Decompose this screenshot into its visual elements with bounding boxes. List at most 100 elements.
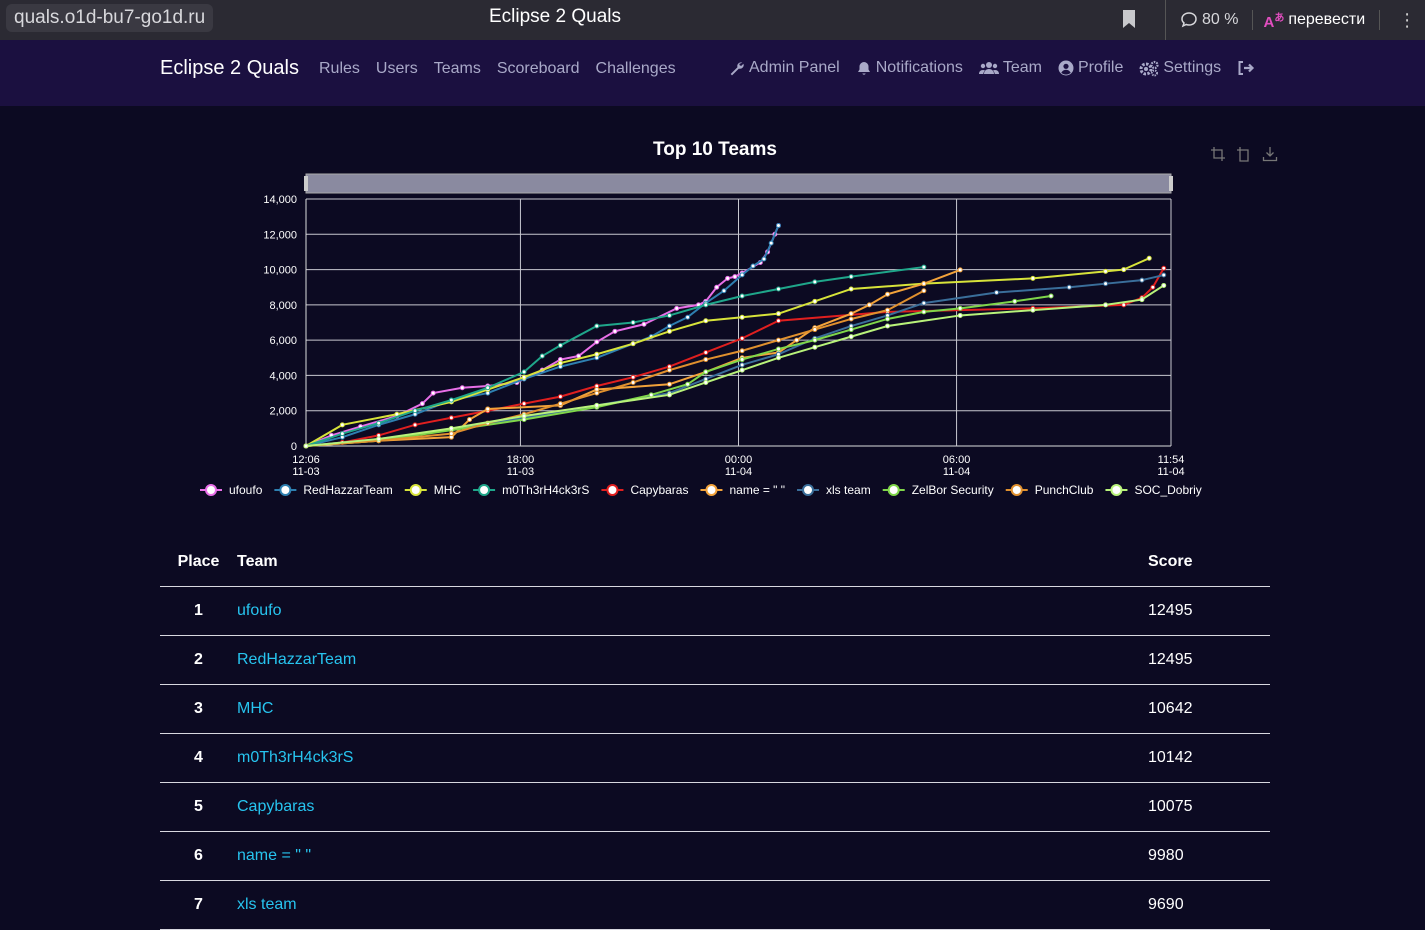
data-point: [521, 369, 527, 375]
place-cell: 5: [160, 782, 237, 832]
score-cell: 12495: [1148, 635, 1270, 685]
nav-team[interactable]: Team: [978, 59, 1042, 77]
zoom-control[interactable]: 80 %: [1180, 11, 1238, 29]
nav-teams[interactable]: Teams: [434, 60, 481, 78]
data-point: [485, 385, 491, 391]
data-point: [739, 362, 745, 368]
browser-extras: 80 % Aあ перевести ⋮: [1165, 0, 1425, 40]
score-cell: 9980: [1148, 831, 1270, 881]
data-point: [794, 337, 800, 343]
data-point: [303, 443, 309, 449]
data-point: [412, 408, 418, 414]
data-point: [1030, 307, 1036, 313]
brand-link[interactable]: Eclipse 2 Quals: [160, 57, 299, 80]
legend-label: Capybaras: [630, 483, 688, 497]
x-tick-label: 00:00: [725, 454, 753, 466]
data-point: [703, 349, 709, 355]
nav-settings[interactable]: Settings: [1139, 59, 1221, 77]
data-point: [957, 305, 963, 311]
data-point: [666, 381, 672, 387]
divider: [1379, 10, 1381, 30]
header-team: Team: [237, 538, 1148, 587]
nav-left: Rules Users Teams Scoreboard Challenges: [319, 60, 692, 78]
data-point: [848, 311, 854, 317]
data-point: [448, 415, 454, 421]
nav-users[interactable]: Users: [376, 60, 418, 78]
data-point: [812, 298, 818, 304]
data-point: [775, 286, 781, 292]
nav-team-label: Team: [1002, 59, 1042, 76]
data-point: [703, 379, 709, 385]
team-link[interactable]: RedHazzarTeam: [237, 651, 356, 668]
bell-icon: [857, 61, 870, 75]
nav-profile[interactable]: Profile: [1058, 59, 1123, 77]
place-cell: 2: [160, 635, 237, 685]
team-link[interactable]: xls team: [237, 896, 297, 913]
data-point: [419, 401, 425, 407]
team-link[interactable]: Capybaras: [237, 798, 314, 815]
data-point: [674, 305, 680, 311]
data-point: [703, 318, 709, 324]
users-icon: [978, 62, 999, 74]
place-cell: 7: [160, 880, 237, 930]
nav-rules[interactable]: Rules: [319, 60, 360, 78]
data-point: [594, 390, 600, 396]
nav-logout[interactable]: [1237, 60, 1255, 76]
legend-label: name = " ": [729, 483, 785, 497]
team-link[interactable]: MHC: [237, 700, 273, 717]
address-bar[interactable]: quals.o1d-bu7-go1d.ru: [6, 4, 214, 32]
data-point: [1030, 275, 1036, 281]
nav-notifications-label: Notifications: [875, 59, 963, 76]
data-point: [666, 312, 672, 318]
data-point: [376, 420, 382, 426]
site-navbar: Eclipse 2 Quals Rules Users Teams Scoreb…: [0, 40, 1425, 106]
team-link[interactable]: name = " ": [237, 847, 311, 864]
team-link[interactable]: ufoufo: [237, 602, 281, 619]
data-point: [703, 357, 709, 363]
translate-button[interactable]: Aあ перевести: [1263, 9, 1365, 31]
data-zoom-handle-left: [304, 176, 308, 191]
x-tick-label: 12:06: [292, 454, 320, 466]
data-point: [775, 318, 781, 324]
data-point: [768, 240, 774, 246]
translate-label: перевести: [1288, 11, 1366, 28]
data-point: [812, 327, 818, 333]
score-cell: 10075: [1148, 782, 1270, 832]
place-cell: 4: [160, 733, 237, 783]
legend-label: RedHazzarTeam: [303, 483, 392, 497]
score-cell: 12495: [1148, 586, 1270, 636]
legend-swatch-dot: [606, 484, 619, 496]
nav-challenges[interactable]: Challenges: [596, 60, 676, 78]
nav-notifications[interactable]: Notifications: [856, 59, 963, 77]
more-menu-icon[interactable]: ⋮: [1398, 10, 1416, 31]
data-point: [612, 328, 618, 334]
data-point: [739, 357, 745, 363]
table-row: 5 Capybaras 10075: [160, 782, 1270, 832]
data-point: [1048, 293, 1054, 299]
data-point: [921, 309, 927, 315]
data-point: [1103, 302, 1109, 308]
data-point: [1150, 284, 1156, 290]
data-point: [1066, 284, 1072, 290]
data-point: [812, 344, 818, 350]
team-link[interactable]: m0Th3rH4ck3rS: [237, 749, 353, 766]
nav-admin-panel-label: Admin Panel: [749, 59, 840, 76]
x-tick-date: 11-03: [507, 466, 534, 478]
data-point: [739, 348, 745, 354]
user-circle-icon: [1058, 60, 1074, 76]
bookmark-icon[interactable]: [1120, 8, 1138, 35]
data-point: [557, 394, 563, 400]
data-point: [812, 337, 818, 343]
table-row: 2 RedHazzarTeam 12495: [160, 635, 1270, 685]
data-point: [630, 320, 636, 325]
nav-scoreboard[interactable]: Scoreboard: [497, 60, 580, 78]
data-point: [1139, 277, 1145, 283]
nav-settings-label: Settings: [1163, 59, 1222, 76]
data-point: [339, 422, 345, 428]
logout-icon: [1238, 61, 1255, 75]
divider: [1252, 10, 1254, 30]
nav-admin-panel[interactable]: Admin Panel: [728, 59, 840, 77]
y-tick-label: 2,000: [269, 406, 297, 418]
data-point: [1121, 267, 1127, 273]
legend-label: PunchClub: [1035, 483, 1094, 497]
